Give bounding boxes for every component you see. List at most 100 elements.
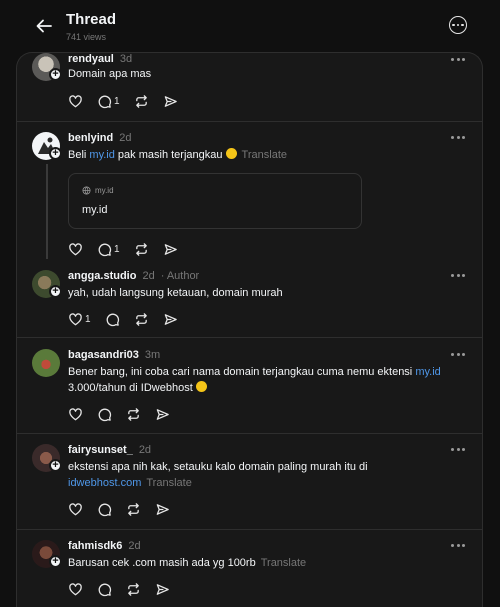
comment-icon <box>98 243 112 256</box>
repost-icon <box>128 502 139 516</box>
comment-icon <box>98 583 112 596</box>
like-button[interactable] <box>68 406 83 422</box>
post-actions: 1 <box>68 241 192 257</box>
repost-icon <box>128 582 139 596</box>
top-bar: Thread 741 views <box>0 0 500 52</box>
post-more-icon[interactable] <box>451 448 465 452</box>
username[interactable]: angga.studio 2d · Author <box>68 270 199 282</box>
domain-link[interactable]: my.id <box>89 149 114 161</box>
like-button[interactable] <box>68 581 83 597</box>
post-actions <box>68 501 184 517</box>
follow-plus-icon[interactable]: + <box>49 285 62 298</box>
heart-icon <box>69 582 82 595</box>
username[interactable]: bagasandri03 3m <box>68 349 160 361</box>
grimace-emoji-icon <box>195 381 207 392</box>
domain-link[interactable]: my.id <box>415 366 440 378</box>
heart-icon <box>69 312 82 325</box>
repost-icon <box>135 94 147 108</box>
comment-icon <box>98 503 112 516</box>
heart-icon <box>69 407 82 420</box>
like-button[interactable]: 1 <box>68 311 91 327</box>
repost-icon <box>135 242 147 256</box>
reply-post: + angga.studio 2d · Author yah, udah langs… <box>17 270 482 338</box>
reply-button[interactable]: 1 <box>97 93 120 109</box>
follow-plus-icon[interactable]: + <box>49 68 62 81</box>
like-button[interactable] <box>68 501 83 517</box>
translate-link[interactable]: Translate <box>242 149 287 161</box>
share-button[interactable] <box>163 93 178 109</box>
reply-post: + benlyind 2d Beli my.id pak masih terjan… <box>17 122 482 270</box>
avatar[interactable] <box>32 349 60 377</box>
send-icon <box>156 583 169 595</box>
thread-line <box>46 164 48 259</box>
comment-icon <box>106 313 119 326</box>
follow-plus-icon[interactable]: + <box>49 147 62 160</box>
follow-plus-icon[interactable]: + <box>49 459 62 472</box>
heart-icon <box>69 242 82 255</box>
post-more-icon[interactable] <box>451 136 465 140</box>
reply-button[interactable] <box>105 311 120 327</box>
share-button[interactable] <box>155 406 170 422</box>
domain-link[interactable]: idwebhost.com <box>68 477 141 489</box>
reply-button[interactable] <box>97 501 112 517</box>
heart-icon <box>69 502 82 515</box>
repost-button[interactable] <box>126 581 141 597</box>
translate-link[interactable]: Translate <box>261 557 306 569</box>
repost-icon <box>135 312 147 326</box>
reply-button[interactable]: 1 <box>97 241 120 257</box>
reply-post: + fahmisdk6 2d Barusan cek .com masih ada… <box>17 530 482 607</box>
post-text: Bener bang, ini coba cari nama domain te… <box>68 366 441 394</box>
heart-icon <box>69 94 82 107</box>
repost-button[interactable] <box>134 311 149 327</box>
post-more-icon[interactable] <box>451 274 465 278</box>
share-button[interactable] <box>155 581 170 597</box>
post-actions <box>68 581 184 597</box>
reply-button[interactable] <box>97 581 112 597</box>
like-button[interactable] <box>68 241 83 257</box>
repost-button[interactable] <box>134 241 149 257</box>
page-title: Thread <box>66 11 117 28</box>
send-icon <box>156 408 169 420</box>
reply-post: bagasandri03 3m Bener bang, ini coba cari… <box>17 338 482 434</box>
post-actions <box>68 406 184 422</box>
link-preview-card[interactable]: my.id my.id <box>68 173 362 229</box>
back-arrow-icon[interactable] <box>34 16 54 36</box>
share-button[interactable] <box>163 241 178 257</box>
username[interactable]: fairysunset_ 2d <box>68 444 151 456</box>
repost-button[interactable] <box>126 501 141 517</box>
post-text: Beli my.id pak masih terjangkau Translat… <box>68 148 287 161</box>
send-icon <box>156 503 169 515</box>
view-count: 741 views <box>66 32 107 42</box>
comment-icon <box>98 95 112 108</box>
post-more-icon[interactable] <box>451 544 465 548</box>
translate-link[interactable]: Translate <box>146 477 191 489</box>
thread-panel: + rendyaul 3d Domain apa mas 1 + benlyind… <box>16 52 483 607</box>
more-options-icon[interactable] <box>449 16 467 34</box>
post-text: ekstensi apa nih kak, setauku kalo domai… <box>68 461 368 489</box>
repost-button[interactable] <box>126 406 141 422</box>
share-button[interactable] <box>163 311 178 327</box>
post-actions: 1 <box>68 311 192 327</box>
send-icon <box>164 243 177 255</box>
post-text: yah, udah langsung ketauan, domain murah <box>68 287 283 299</box>
repost-icon <box>128 407 139 421</box>
like-button[interactable] <box>68 93 83 109</box>
reply-button[interactable] <box>97 406 112 422</box>
reply-post: + fairysunset_ 2d ekstensi apa nih kak, s… <box>17 434 482 530</box>
username[interactable]: benlyind 2d <box>68 132 131 144</box>
send-icon <box>164 313 177 325</box>
post-more-icon[interactable] <box>451 353 465 357</box>
post-more-icon[interactable] <box>451 58 465 62</box>
repost-button[interactable] <box>134 93 149 109</box>
share-button[interactable] <box>155 501 170 517</box>
card-title: my.id <box>82 204 108 216</box>
follow-plus-icon[interactable]: + <box>49 555 62 568</box>
reply-post: + rendyaul 3d Domain apa mas 1 <box>17 53 482 122</box>
globe-icon <box>82 186 91 195</box>
username[interactable]: rendyaul 3d <box>68 53 132 65</box>
send-icon <box>164 95 177 107</box>
post-text: Barusan cek .com masih ada yg 100rb Trans… <box>68 557 307 569</box>
username[interactable]: fahmisdk6 2d <box>68 540 141 552</box>
post-actions: 1 <box>68 93 192 109</box>
grin-emoji-icon <box>225 148 237 159</box>
